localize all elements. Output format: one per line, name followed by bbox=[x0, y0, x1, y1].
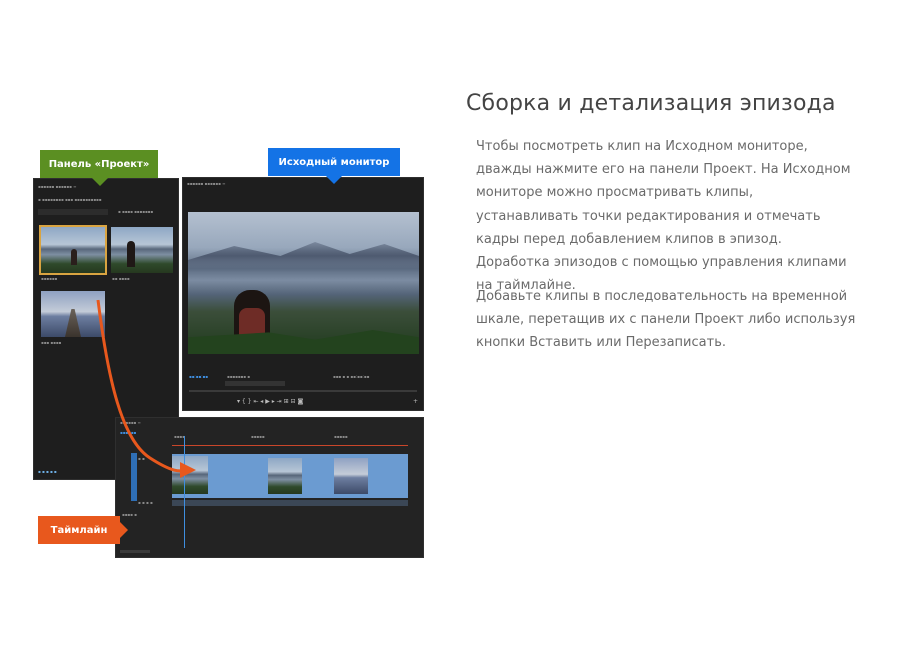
timeline-clip-3[interactable] bbox=[266, 454, 304, 498]
timeline-zoom-scrollbar[interactable] bbox=[120, 550, 150, 553]
page-title: Сборка и детализация эпизода bbox=[466, 90, 836, 116]
timeline-callout: Таймлайн bbox=[38, 516, 128, 544]
description-paragraph-2: Добавьте клипы в последовательность на в… bbox=[476, 289, 856, 351]
timeline-clip-5[interactable] bbox=[332, 454, 368, 498]
timeline-clip-4[interactable] bbox=[304, 454, 332, 498]
premiere-screenshot-figure: ▪▪▪▪▪▪ ▪▪▪▪▪▪ ≡ ▪ ▪▪▪▪▪▪▪▪ ▪▪▪ ▪▪▪▪▪▪▪▪▪… bbox=[0, 0, 460, 650]
clip-thumbnail-3[interactable] bbox=[41, 291, 105, 337]
source-monitor-video bbox=[188, 212, 419, 354]
track-target-v1[interactable] bbox=[131, 453, 137, 501]
source-scrub-bar[interactable] bbox=[225, 381, 285, 386]
transport-controls[interactable]: ▾ { } ⇤ ◂ ▶ ▸ ⇥ ⊞ ⊟ ◙ bbox=[237, 398, 303, 405]
source-monitor-callout: Исходный монитор bbox=[268, 148, 400, 184]
project-panel-toolbar-icons: ▪ ▪ ▪ ▪ ▪ bbox=[38, 469, 57, 474]
timeline-clip-6[interactable] bbox=[368, 454, 408, 498]
clip-thumbnail-1[interactable] bbox=[39, 225, 107, 275]
source-monitor-label: Исходный монитор bbox=[278, 156, 390, 168]
timeline-clip-2[interactable] bbox=[208, 454, 266, 498]
description-paragraph-1: Чтобы посмотреть клип на Исходном монито… bbox=[476, 139, 851, 294]
timeline-playhead[interactable] bbox=[184, 436, 185, 548]
source-monitor-panel: ▪▪▪▪▪▪ ▪▪▪▪▪▪ ≡ ▪▪:▪▪:▪▪ ▪▪▪▪▪▪▪ ▪ ▪▪▪ ▪… bbox=[182, 177, 424, 411]
clip-thumbnail-2[interactable] bbox=[111, 227, 173, 273]
project-panel-label: Панель «Проект» bbox=[48, 158, 150, 170]
timeline-panel: ▪▪▪▪▪▪ ≡ ▪▪▪▪▪▪ ▪▪▪▪ ▪▪▪▪▪ ▪▪▪▪▪ ▪ ▪ ▪ ▪… bbox=[115, 417, 424, 558]
source-timeline-ruler[interactable] bbox=[189, 390, 417, 392]
timeline-clip-1[interactable] bbox=[172, 454, 208, 498]
timeline-label: Таймлайн bbox=[50, 524, 108, 536]
project-panel-callout: Панель «Проект» bbox=[40, 150, 158, 186]
project-search-input[interactable] bbox=[38, 209, 108, 215]
audio-track-a1[interactable] bbox=[172, 500, 408, 506]
